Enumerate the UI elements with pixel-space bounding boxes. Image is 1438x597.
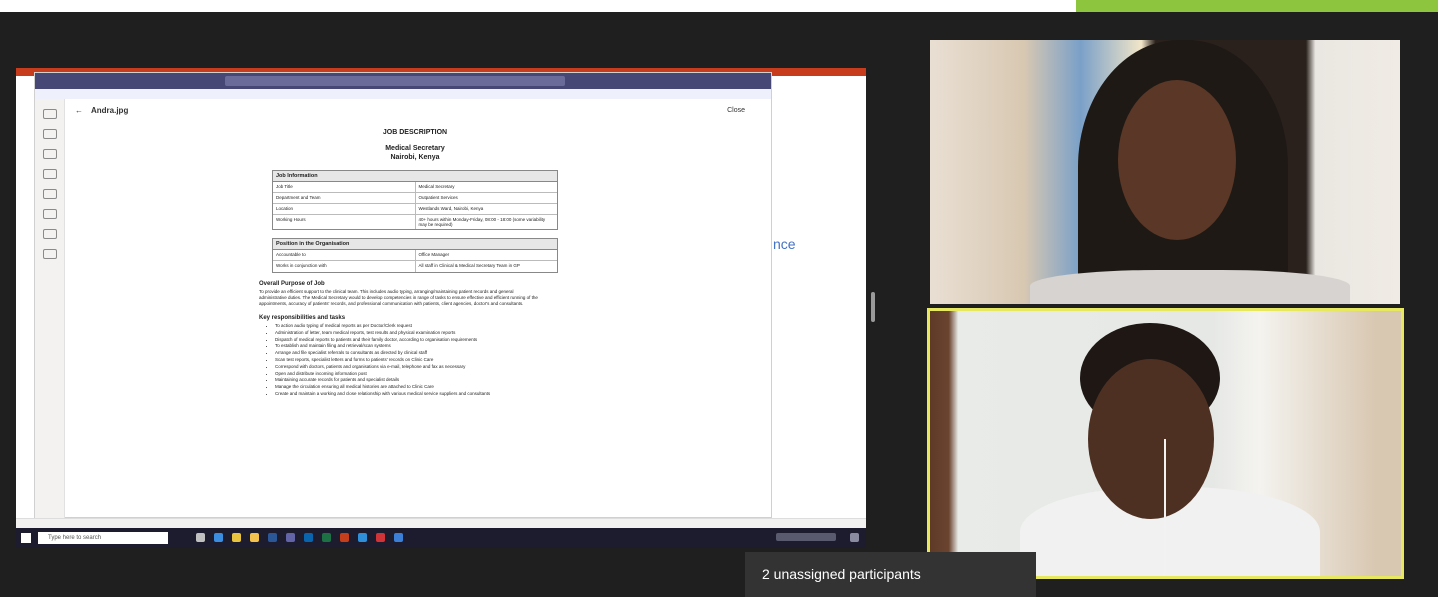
file-viewer-window[interactable]: ← Andra.jpg Close JOB DESCRIPTION Medica… [34, 72, 772, 519]
help-icon[interactable] [42, 249, 57, 259]
table-header: Position in the Organisation [273, 239, 557, 250]
list-item: Scan test reports, specialist letters an… [275, 357, 575, 364]
table-cell: All staff in Clinical & Medical Secretar… [418, 263, 520, 268]
notification-icon[interactable] [850, 533, 859, 542]
windows-start-icon[interactable] [21, 533, 31, 543]
purpose-heading: Overall Purpose of Job [259, 281, 325, 287]
table-row: Works in conjunction with All staff in Cl… [273, 261, 557, 272]
explorer-icon[interactable] [250, 533, 259, 542]
windows-taskbar: Type here to search [16, 528, 866, 548]
app-rail [35, 99, 65, 519]
system-tray-icon[interactable] [776, 533, 836, 541]
host-app-text-fragment: nce [773, 236, 796, 252]
purpose-text: To provide an efficient support to the c… [259, 289, 538, 306]
list-item: To action audio typing of medical report… [275, 323, 575, 330]
edge-icon[interactable] [214, 533, 223, 542]
teams-taskbar-icon[interactable] [286, 533, 295, 542]
file-name: Andra.jpg [91, 105, 129, 115]
teams-icon[interactable] [42, 149, 57, 159]
list-item: Arrange and file specialist referrals to… [275, 350, 575, 357]
table-row: Working Hours 40+ hours within Monday-Fri… [273, 215, 557, 229]
chrome-icon[interactable] [232, 533, 241, 542]
participant-face [1088, 359, 1214, 519]
viewer-titlebar [35, 73, 771, 89]
unassigned-participants-banner[interactable]: 2 unassigned participants [745, 552, 1036, 597]
accent-tab [1076, 0, 1438, 12]
app-icon[interactable] [394, 533, 403, 542]
chat-icon[interactable] [42, 129, 57, 139]
table-cell: Outpatient Services [418, 195, 458, 200]
participant-shirt [1030, 270, 1350, 304]
app-icon[interactable] [376, 533, 385, 542]
activity-icon[interactable] [42, 109, 57, 119]
apps-icon[interactable] [42, 229, 57, 239]
list-item: Correspond with doctors, patients and or… [275, 364, 575, 371]
document-page: JOB DESCRIPTION Medical Secretary Nairob… [255, 129, 575, 509]
table-cell: Westlands Ward, Nairobi, Kenya [418, 206, 484, 211]
table-cell: 40+ hours within Monday-Friday, 08:00 - … [418, 217, 546, 227]
table-cell: Accountable to [273, 250, 416, 260]
document-location: Nairobi, Kenya [390, 154, 440, 161]
task-view-icon[interactable] [196, 533, 205, 542]
list-item: Manage the circulation ensuring all medi… [275, 384, 575, 391]
powerpoint-icon[interactable] [340, 533, 349, 542]
meeting-stage: nce ← Andra.jpg Close JOB DESCRIPTION Me… [0, 0, 1438, 597]
table-row: Location Westlands Ward, Nairobi, Kenya [273, 204, 557, 215]
back-arrow-icon[interactable]: ← [75, 106, 83, 115]
shared-screen[interactable]: nce ← Andra.jpg Close JOB DESCRIPTION Me… [16, 68, 866, 548]
list-item: Create and maintain a working and close … [275, 391, 575, 398]
outlook-icon[interactable] [304, 533, 313, 542]
responsibilities-heading: Key responsibilities and tasks [259, 315, 346, 321]
position-table: Position in the Organisation Accountable… [272, 238, 558, 273]
table-cell: Office Manager [418, 252, 450, 257]
participant-face [1118, 80, 1236, 240]
calendar-icon[interactable] [42, 169, 57, 179]
list-item: Administration of letter, team medical r… [275, 330, 575, 337]
word-icon[interactable] [268, 533, 277, 542]
table-cell: Medical Secretary [418, 184, 455, 189]
app-icon[interactable] [358, 533, 367, 542]
earphone-cable [1158, 439, 1166, 576]
list-item: To establish and maintain filing and ret… [275, 343, 575, 350]
viewer-header: ← Andra.jpg Close [65, 101, 771, 119]
splitter-handle[interactable] [871, 292, 875, 322]
viewer-notice-bar [35, 89, 771, 99]
table-cell: Location [273, 204, 416, 214]
table-cell: Working Hours [273, 215, 416, 229]
table-row: Job Title Medical Secretary [273, 182, 557, 193]
table-cell: Department and Team [273, 193, 416, 203]
viewer-search-box[interactable] [225, 76, 565, 86]
table-header: Job Information [273, 171, 557, 182]
active-speaker-video-tile[interactable] [927, 308, 1404, 579]
close-button[interactable]: Close [727, 107, 745, 114]
list-item: Dispatch of medical reports to patients … [275, 337, 575, 344]
document-role: Medical Secretary [385, 145, 445, 152]
host-app-panel: nce [756, 156, 866, 536]
excel-icon[interactable] [322, 533, 331, 542]
table-cell: Works in conjunction with [273, 261, 416, 272]
table-row: Accountable to Office Manager [273, 250, 557, 261]
host-status-bar [16, 518, 866, 528]
job-information-table: Job Information Job Title Medical Secreta… [272, 170, 558, 230]
responsibilities-list: To action audio typing of medical report… [275, 323, 575, 398]
taskbar-search-box[interactable]: Type here to search [38, 532, 168, 544]
participant-video-tile[interactable] [930, 40, 1400, 304]
table-cell: Job Title [273, 182, 416, 192]
list-item: Open and distribute incoming information… [275, 371, 575, 378]
table-row: Department and Team Outpatient Services [273, 193, 557, 204]
document-title: JOB DESCRIPTION [382, 129, 448, 136]
calls-icon[interactable] [42, 189, 57, 199]
list-item: Maintaining accurate records for patient… [275, 377, 575, 384]
files-icon[interactable] [42, 209, 57, 219]
